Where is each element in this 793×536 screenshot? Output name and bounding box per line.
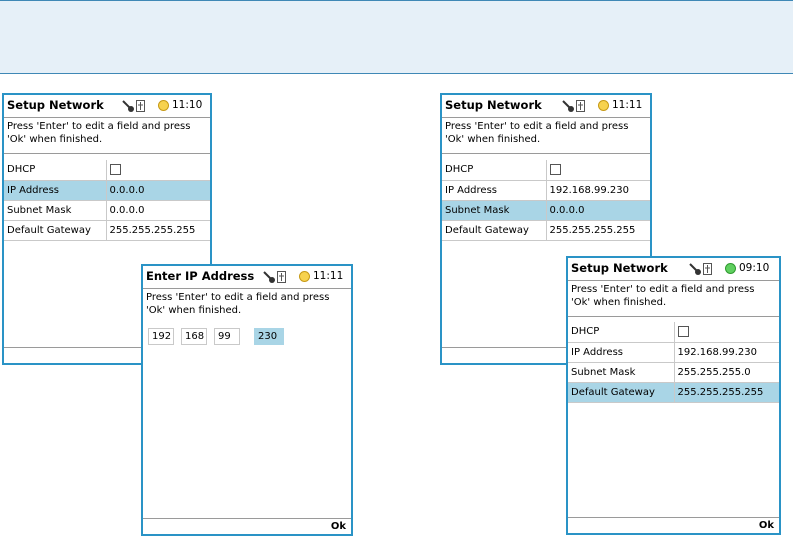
network-settings-table: DHCP IP Address 192.168.99.230 Subnet Ma… [568,322,779,403]
row-default-gateway[interactable]: Default Gateway 255.255.255.255 [442,220,650,241]
footer-bar: Ok [568,517,779,533]
key-icon [562,100,574,112]
ip-octet-3-field[interactable]: 99 [214,328,240,345]
instruction-line: Press 'Enter' to edit a field and press [146,292,330,303]
ip-octet-4-field[interactable]: 230 [254,328,284,345]
checkbox-icon[interactable] [549,164,561,175]
row-subnet-mask[interactable]: Subnet Mask 255.255.255.0 [568,362,779,383]
network-settings-table: DHCP IP Address 0.0.0.0 Subnet Mask 0.0.… [4,160,210,241]
row-label: DHCP [568,322,675,343]
divider [568,316,779,317]
checkbox-icon[interactable] [677,326,689,337]
row-value[interactable]: 0.0.0.0 [106,200,210,221]
screen-title: Enter IP Address [146,269,255,283]
row-default-gateway[interactable]: Default Gateway 255.255.255.255 [568,382,779,403]
checkbox-icon[interactable] [109,164,121,175]
status-dot-icon [299,271,310,282]
key-icon [122,100,134,112]
clock: 11:11 [313,270,344,282]
usb-icon [277,271,286,283]
instruction-line: 'Ok' when finished. [571,297,667,308]
row-label: DHCP [4,160,107,181]
screen-title: Setup Network [445,98,542,112]
instructions: Press 'Enter' to edit a field and press … [445,120,647,146]
instructions: Press 'Enter' to edit a field and press … [571,283,776,309]
instruction-line: Press 'Enter' to edit a field and press [571,284,755,295]
instructions: Press 'Enter' to edit a field and press … [7,120,207,146]
row-value[interactable]: 192.168.99.230 [546,180,650,201]
status-dot-icon [725,263,736,274]
network-settings-table: DHCP IP Address 192.168.99.230 Subnet Ma… [442,160,650,241]
instruction-line: Press 'Enter' to edit a field and press [445,121,629,132]
row-ip-address[interactable]: IP Address 192.168.99.230 [442,180,650,201]
title-bar: Enter IP Address 11:11 [143,266,351,289]
row-value[interactable]: 255.255.255.255 [546,220,650,241]
screen-title: Setup Network [571,261,668,275]
ip-octet-1-field[interactable]: 192 [148,328,174,345]
title-bar: Setup Network 09:10 [568,258,779,281]
clock: 09:10 [739,262,770,274]
dhcp-value[interactable] [674,322,779,343]
status-dot-icon [158,100,169,111]
row-value[interactable]: 255.255.255.255 [674,382,779,403]
title-bar: Setup Network 11:11 [442,95,650,118]
instruction-line: 'Ok' when finished. [445,134,541,145]
row-ip-address[interactable]: IP Address 0.0.0.0 [4,180,210,201]
ip-octet-2-field[interactable]: 168 [181,328,207,345]
ok-button[interactable]: Ok [331,521,346,532]
row-label: IP Address [4,180,107,201]
clock: 11:10 [172,99,203,111]
dhcp-value[interactable] [106,160,210,181]
instruction-line: 'Ok' when finished. [146,305,242,316]
row-label: Default Gateway [442,220,547,241]
row-value[interactable]: 0.0.0.0 [106,180,210,201]
row-label: Default Gateway [4,220,107,241]
row-value[interactable]: 255.255.255.255 [106,220,210,241]
row-label: IP Address [568,342,675,363]
row-value[interactable]: 192.168.99.230 [674,342,779,363]
row-value[interactable]: 0.0.0.0 [546,200,650,221]
row-label: Subnet Mask [4,200,107,221]
screen-setup-network-4: Setup Network 09:10 Press 'Enter' to edi… [566,256,781,535]
header-banner [0,0,793,74]
key-icon [263,271,275,283]
instruction-line: 'Ok' when finished. [7,134,103,145]
key-icon [689,263,701,275]
ok-button[interactable]: Ok [759,520,774,531]
row-dhcp[interactable]: DHCP [4,160,210,181]
row-value[interactable]: 255.255.255.0 [674,362,779,383]
row-label: DHCP [442,160,547,181]
screen-title: Setup Network [7,98,104,112]
row-label: Subnet Mask [568,362,675,383]
row-subnet-mask[interactable]: Subnet Mask 0.0.0.0 [442,200,650,221]
divider [442,153,650,154]
row-ip-address[interactable]: IP Address 192.168.99.230 [568,342,779,363]
title-bar: Setup Network 11:10 [4,95,210,118]
usb-icon [136,100,145,112]
row-subnet-mask[interactable]: Subnet Mask 0.0.0.0 [4,200,210,221]
row-label: IP Address [442,180,547,201]
row-default-gateway[interactable]: Default Gateway 255.255.255.255 [4,220,210,241]
divider [4,153,210,154]
usb-icon [703,263,712,275]
footer-bar: Ok [143,518,351,534]
clock: 11:11 [612,99,643,111]
screen-enter-ip-address: Enter IP Address 11:11 Press 'Enter' to … [141,264,353,536]
row-label: Default Gateway [568,382,675,403]
instruction-line: Press 'Enter' to edit a field and press [7,121,191,132]
row-dhcp[interactable]: DHCP [442,160,650,181]
dhcp-value[interactable] [546,160,650,181]
status-dot-icon [598,100,609,111]
usb-icon [576,100,585,112]
row-dhcp[interactable]: DHCP [568,322,779,343]
row-label: Subnet Mask [442,200,547,221]
instructions: Press 'Enter' to edit a field and press … [146,291,348,317]
